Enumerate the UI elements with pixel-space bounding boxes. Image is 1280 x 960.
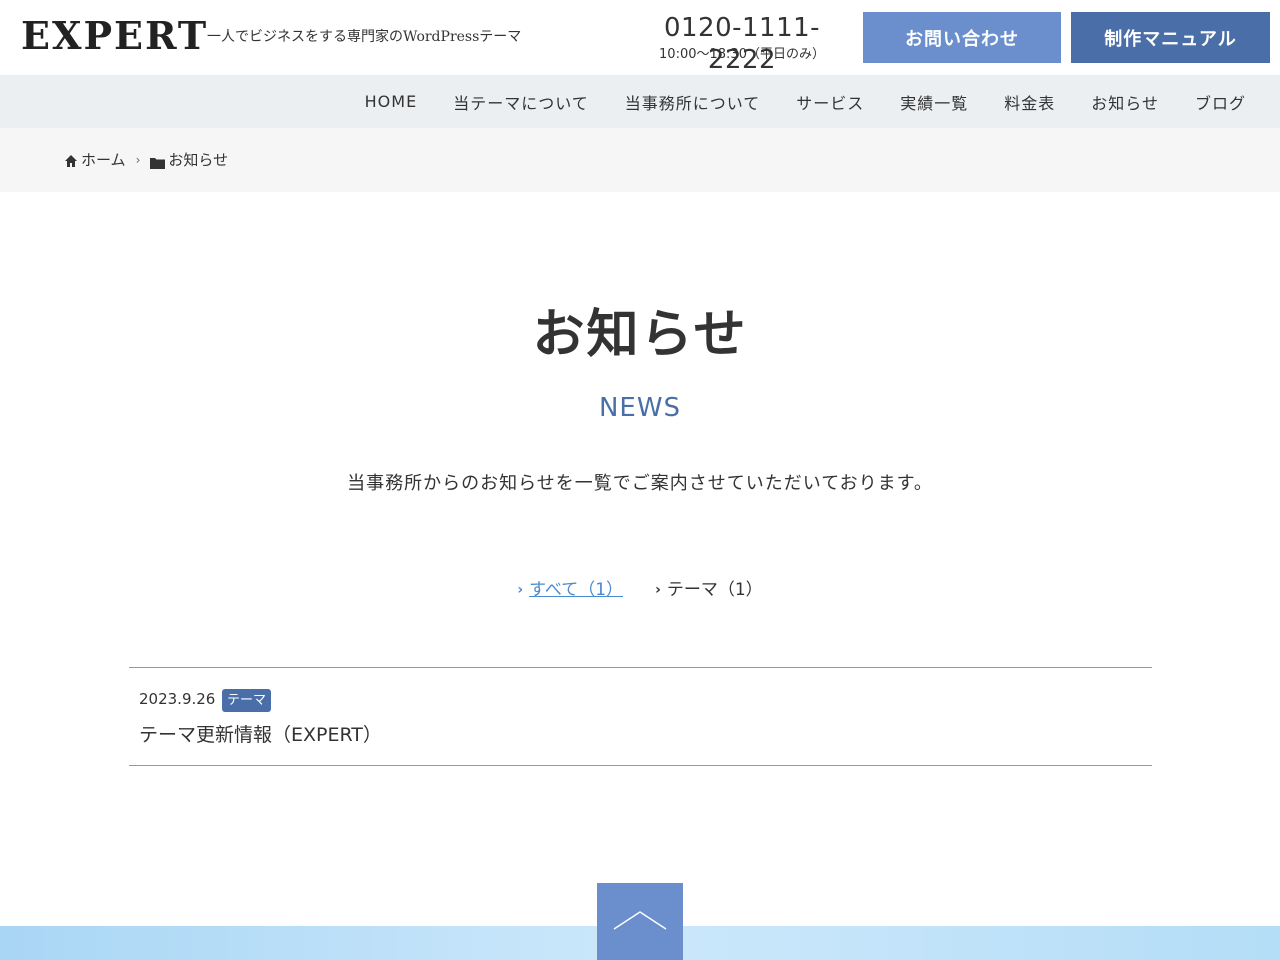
nav-item-about-theme[interactable]: 当テーマについて xyxy=(453,90,589,114)
nav-item-news[interactable]: お知らせ xyxy=(1091,90,1159,114)
site-logo[interactable]: EXPERT xyxy=(21,14,208,58)
filter-all-label: すべて（1） xyxy=(529,580,624,600)
site-tagline: 一人でビジネスをする専門家のWordPressテーマ xyxy=(207,29,522,45)
page-top-button[interactable] xyxy=(597,883,683,960)
filter-all[interactable]: › すべて（1） xyxy=(517,578,623,602)
news-title[interactable]: テーマ更新情報（EXPERT） xyxy=(139,722,382,748)
nav-item-pricing[interactable]: 料金表 xyxy=(1004,90,1055,114)
global-nav: HOME 当テーマについて 当事務所について サービス 実績一覧 料金表 お知ら… xyxy=(0,75,1280,128)
filter-theme-label: テーマ（1） xyxy=(666,580,763,600)
home-icon xyxy=(64,153,78,167)
breadcrumb-current: お知らせ xyxy=(168,151,229,169)
chevron-right-icon: › xyxy=(517,582,524,598)
breadcrumb: ホーム › お知らせ xyxy=(0,128,1280,192)
nav-item-about-office[interactable]: 当事務所について xyxy=(625,90,761,114)
folder-icon xyxy=(150,154,166,169)
page-subtitle: NEWS xyxy=(598,393,682,423)
nav-item-home[interactable]: HOME xyxy=(365,92,418,111)
nav-item-services[interactable]: サービス xyxy=(796,90,864,114)
news-category-tag[interactable]: テーマ xyxy=(222,689,272,712)
chevron-up-icon xyxy=(612,909,668,935)
business-hours: 10:00～18:30（平日のみ） xyxy=(659,47,825,62)
news-date: 2023.9.26 xyxy=(139,690,216,708)
manual-button[interactable]: 制作マニュアル xyxy=(1071,12,1270,63)
nav-item-works[interactable]: 実績一覧 xyxy=(900,90,968,114)
phone-number[interactable]: 0120-1111-2222 xyxy=(640,12,844,76)
breadcrumb-separator: › xyxy=(135,153,141,167)
breadcrumb-home-link[interactable]: ホーム xyxy=(81,150,126,170)
filter-theme[interactable]: › テーマ（1） xyxy=(655,578,763,602)
page-title: お知らせ xyxy=(532,304,748,365)
page-description: 当事務所からのお知らせを一覧でご案内させていただいております。 xyxy=(347,473,933,494)
breadcrumb-inner: ホーム › お知らせ xyxy=(64,150,228,170)
category-filters: › すべて（1） › テーマ（1） xyxy=(0,578,1280,602)
contact-button[interactable]: お問い合わせ xyxy=(863,12,1061,63)
nav-list: HOME 当テーマについて 当事務所について サービス 実績一覧 料金表 お知ら… xyxy=(329,75,1246,128)
nav-item-blog[interactable]: ブログ xyxy=(1195,90,1246,114)
site-header: EXPERT 一人でビジネスをする専門家のWordPressテーマ 0120-1… xyxy=(0,0,1280,75)
chevron-right-icon: › xyxy=(655,582,661,598)
news-list: 2023.9.26 テーマ テーマ更新情報（EXPERT） xyxy=(129,667,1152,766)
